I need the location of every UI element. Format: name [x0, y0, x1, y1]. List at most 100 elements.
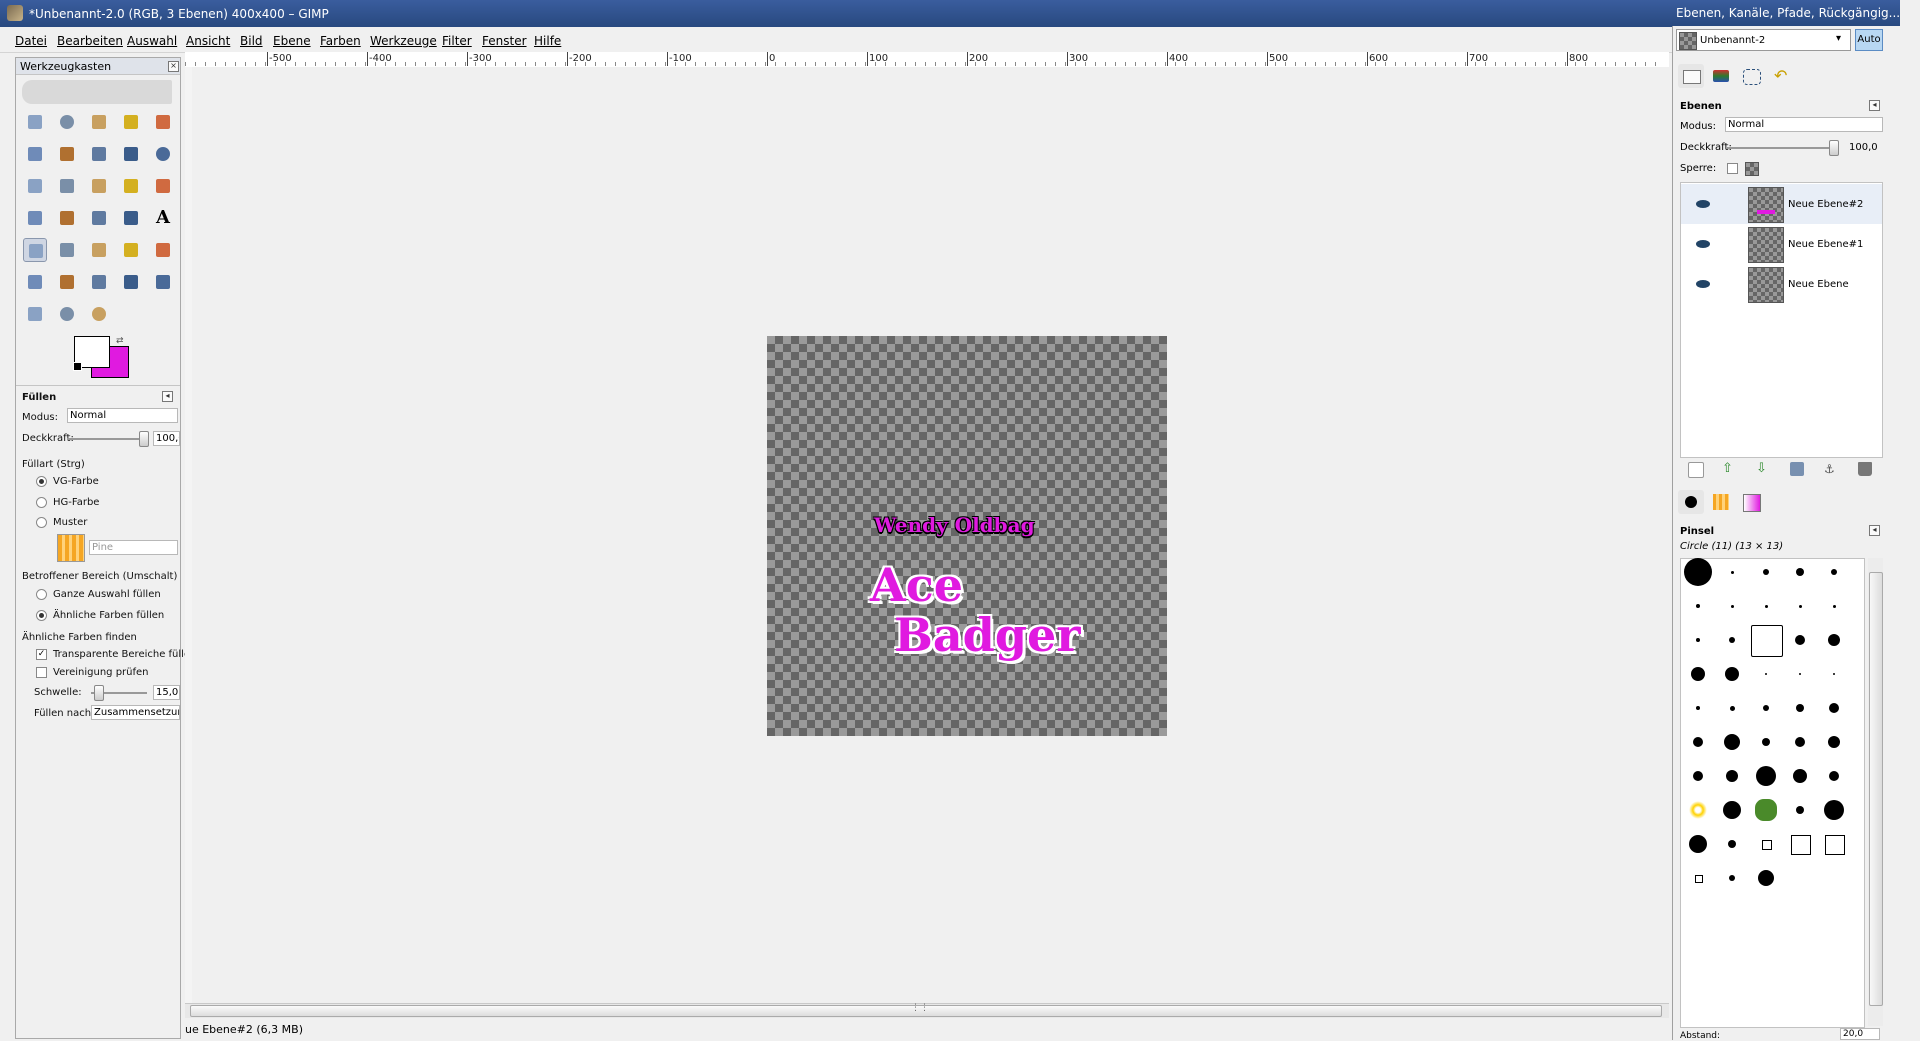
brush-item[interactable]	[1828, 634, 1840, 646]
brush-item[interactable]	[1795, 737, 1805, 747]
sample-merged-checkbox[interactable]	[36, 667, 47, 678]
brush-item[interactable]	[1831, 569, 1837, 575]
fill-pattern-radio[interactable]	[36, 517, 47, 528]
tool-color-picker-button[interactable]	[119, 142, 143, 166]
chevron-down-icon[interactable]: ▾	[1836, 33, 1841, 44]
tool-text-button[interactable]: A	[151, 206, 175, 230]
tool-align-button[interactable]	[87, 174, 111, 198]
brush-item[interactable]	[1829, 703, 1839, 713]
brush-item[interactable]	[1796, 568, 1804, 576]
brush-item[interactable]	[1793, 769, 1807, 783]
tool-rect-select-button[interactable]	[23, 110, 47, 134]
brush-item[interactable]	[1798, 604, 1802, 608]
wilber-drop-area[interactable]	[22, 80, 172, 104]
fill-transparent-checkbox[interactable]: ✓	[36, 649, 47, 660]
default-colors-icon[interactable]	[73, 362, 82, 371]
menu-datei[interactable]: Datei	[15, 34, 47, 48]
brush-item[interactable]	[1730, 570, 1734, 574]
tab-layers[interactable]	[1678, 64, 1704, 88]
lower-layer-icon[interactable]: ⇩	[1756, 462, 1770, 476]
brush-item[interactable]	[1725, 667, 1739, 681]
brush-item[interactable]	[1695, 875, 1703, 883]
raise-layer-icon[interactable]: ⇧	[1722, 462, 1736, 476]
threshold-value[interactable]: 15,0	[153, 685, 180, 700]
tool-zoom-button[interactable]	[151, 142, 175, 166]
tool-fuzzy-select-button[interactable]	[119, 110, 143, 134]
duplicate-layer-icon[interactable]	[1790, 462, 1804, 476]
lock-alpha-icon[interactable]	[1745, 162, 1759, 176]
brush-item[interactable]	[1755, 799, 1777, 821]
menu-werkzeuge[interactable]: Werkzeuge	[370, 34, 437, 48]
brush-item[interactable]	[1723, 801, 1741, 819]
brush-item[interactable]	[1828, 736, 1840, 748]
tab-channels[interactable]	[1708, 64, 1734, 88]
brush-item[interactable]	[1684, 558, 1712, 586]
layer-opacity-value[interactable]: 100,0	[1849, 142, 1878, 153]
eye-icon[interactable]	[1696, 280, 1710, 288]
opacity-value[interactable]: 100,0	[153, 431, 180, 446]
tool-scissors-button[interactable]	[23, 142, 47, 166]
brush-item[interactable]	[1764, 604, 1768, 608]
tool-scale-button[interactable]	[23, 206, 47, 230]
brush-item[interactable]	[1765, 673, 1767, 675]
tool-blend-button[interactable]	[55, 238, 79, 262]
main-window-titlebar[interactable]: *Unbenannt-2.0 (RGB, 3 Ebenen) 400x400 –…	[0, 0, 1672, 27]
tab-brushes[interactable]	[1678, 490, 1704, 514]
tool-heal-button[interactable]	[119, 270, 143, 294]
tool-rotate-button[interactable]	[151, 174, 175, 198]
brush-item[interactable]	[1832, 604, 1836, 608]
tool-perspective-button[interactable]	[87, 206, 111, 230]
tool-blur-button[interactable]	[55, 302, 79, 326]
brush-item[interactable]	[1825, 835, 1845, 855]
brush-item[interactable]	[1796, 806, 1804, 814]
menu-bearbeiten[interactable]: Bearbeiten	[57, 34, 123, 48]
menu-farben[interactable]: Farben	[320, 34, 361, 48]
opacity-slider-thumb[interactable]	[139, 431, 149, 447]
brush-item[interactable]	[1751, 625, 1783, 657]
brush-item[interactable]	[1691, 667, 1705, 681]
canvas-text-ace[interactable]: Ace	[870, 558, 963, 612]
tool-options-config-icon[interactable]: ◂	[162, 391, 173, 402]
tab-paths[interactable]	[1738, 64, 1764, 88]
eye-icon[interactable]	[1696, 200, 1710, 208]
horizontal-ruler[interactable]: -500 -400 -300 -200 -100 0 100 200 300 400 500 600 7…	[185, 52, 1669, 68]
brush-item[interactable]	[1796, 704, 1804, 712]
pattern-preview[interactable]	[57, 534, 85, 562]
tab-undo[interactable]: ↶	[1768, 64, 1794, 88]
canvas-text-wendy-oldbag[interactable]: Wendy Oldbag	[874, 513, 1035, 537]
image-selector[interactable]: Unbenannt-2 ▾	[1676, 29, 1851, 51]
brush-item[interactable]	[1833, 673, 1835, 675]
tool-move-button[interactable]	[55, 174, 79, 198]
brush-item[interactable]	[1730, 604, 1734, 608]
fill-bg-radio[interactable]	[36, 497, 47, 508]
new-layer-icon[interactable]	[1688, 462, 1704, 478]
tool-free-select-button[interactable]	[87, 110, 111, 134]
tool-airbrush-button[interactable]	[23, 270, 47, 294]
tool-dodge-burn-button[interactable]	[87, 302, 111, 326]
tool-by-color-select-button[interactable]	[151, 110, 175, 134]
brush-item[interactable]	[1693, 737, 1703, 747]
brush-item[interactable]	[1758, 870, 1774, 886]
tool-smudge-button[interactable]	[23, 302, 47, 326]
brush-item[interactable]	[1763, 705, 1769, 711]
tool-flip-button[interactable]	[119, 206, 143, 230]
layer-opacity-thumb[interactable]	[1829, 140, 1839, 156]
brush-item[interactable]	[1689, 835, 1707, 853]
menu-bild[interactable]: Bild	[240, 34, 263, 48]
brush-item[interactable]	[1696, 706, 1700, 710]
tool-crop-button[interactable]	[119, 174, 143, 198]
layer-row[interactable]: Neue Ebene#1	[1681, 224, 1882, 264]
brush-item[interactable]	[1729, 637, 1735, 643]
pattern-name[interactable]: Pine	[89, 540, 178, 555]
tool-shear-button[interactable]	[55, 206, 79, 230]
spacing-value[interactable]: 20,0	[1840, 1028, 1880, 1040]
opacity-slider-track[interactable]	[67, 438, 147, 440]
right-edge-scrollbar[interactable]	[1904, 52, 1920, 1040]
layers-config-icon[interactable]: ◂	[1869, 100, 1880, 111]
menu-ansicht[interactable]: Ansicht	[186, 34, 230, 48]
delete-layer-icon[interactable]	[1858, 462, 1872, 476]
menu-ebene[interactable]: Ebene	[273, 34, 311, 48]
menu-hilfe[interactable]: Hilfe	[534, 34, 561, 48]
canvas-text-badger[interactable]: Badger	[894, 608, 1081, 662]
brush-item[interactable]	[1756, 766, 1776, 786]
